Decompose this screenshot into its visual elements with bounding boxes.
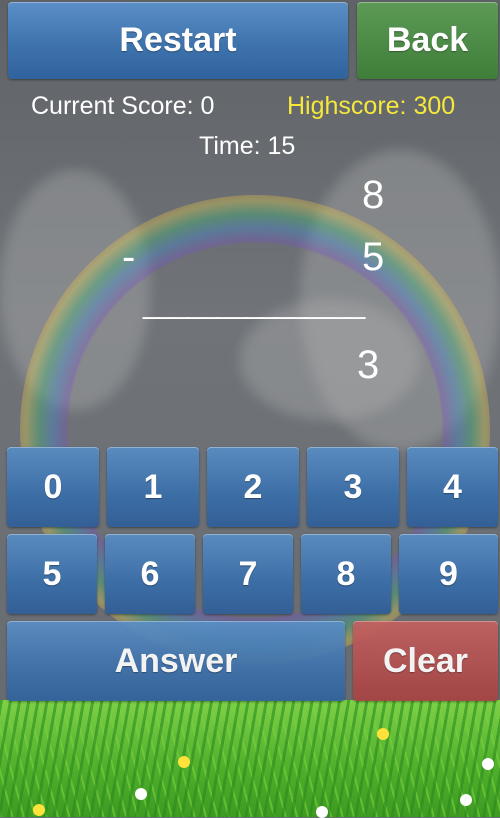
- back-button[interactable]: Back: [357, 2, 498, 79]
- key-5[interactable]: 5: [7, 534, 97, 614]
- clear-label: Clear: [382, 641, 469, 680]
- key-0[interactable]: 0: [7, 447, 99, 527]
- key-7[interactable]: 7: [203, 534, 293, 614]
- key-label: 6: [140, 554, 160, 593]
- operator: -: [122, 235, 136, 279]
- key-label: 5: [42, 554, 62, 593]
- key-3[interactable]: 3: [307, 447, 399, 527]
- answer-display: 3: [357, 343, 380, 387]
- current-score: Current Score: 0: [31, 92, 215, 120]
- key-9[interactable]: 9: [399, 534, 498, 614]
- grass-image: [0, 700, 500, 818]
- flower-icon: [377, 728, 389, 740]
- key-6[interactable]: 6: [105, 534, 195, 614]
- divider-line: _______________: [143, 287, 365, 320]
- key-label: 4: [443, 467, 462, 506]
- key-8[interactable]: 8: [301, 534, 391, 614]
- flower-icon: [33, 804, 45, 816]
- flower-icon: [178, 756, 190, 768]
- key-label: 3: [343, 467, 363, 506]
- answer-label: Answer: [114, 641, 238, 680]
- restart-label: Restart: [119, 21, 237, 59]
- restart-button[interactable]: Restart: [8, 2, 348, 79]
- bottom-operand: 5: [362, 235, 385, 279]
- timer: Time: 15: [199, 132, 296, 160]
- key-label: 8: [336, 554, 356, 593]
- key-label: 9: [439, 554, 458, 593]
- key-label: 7: [238, 554, 258, 593]
- highscore: Highscore: 300: [287, 92, 456, 120]
- key-2[interactable]: 2: [207, 447, 299, 527]
- key-label: 2: [243, 467, 263, 506]
- clear-button[interactable]: Clear: [353, 621, 498, 701]
- key-1[interactable]: 1: [107, 447, 199, 527]
- flower-icon: [135, 788, 147, 800]
- key-4[interactable]: 4: [407, 447, 498, 527]
- back-label: Back: [386, 21, 469, 59]
- key-label: 1: [143, 467, 163, 506]
- flower-icon: [482, 758, 494, 770]
- key-label: 0: [43, 467, 63, 506]
- flower-icon: [460, 794, 472, 806]
- flower-icon: [316, 806, 328, 818]
- answer-button[interactable]: Answer: [7, 621, 345, 701]
- top-operand: 8: [362, 173, 385, 217]
